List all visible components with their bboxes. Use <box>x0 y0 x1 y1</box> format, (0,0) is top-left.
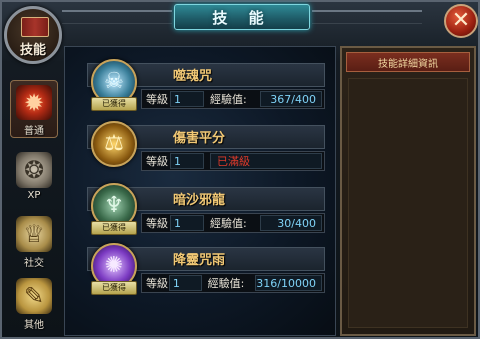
skill-book-badge: 技能 <box>4 6 62 64</box>
skill-row[interactable]: 暗沙邪龍 等級 1 經驗值: 30/400 ♆ 已獲得 <box>87 183 325 239</box>
tab-normal-label: 普通 <box>24 126 44 137</box>
skill-name: 噬魂咒 <box>173 69 213 84</box>
exp-label: 經驗值: <box>207 277 245 290</box>
max-level-text: 已滿級 <box>210 153 322 169</box>
skill-stats: 等級 1 經驗值: 367/400 <box>141 89 325 109</box>
skill-name: 降靈咒雨 <box>173 253 226 268</box>
exp-label: 經驗值: <box>210 217 247 230</box>
acquired-tag: 已獲得 <box>91 97 137 111</box>
close-button[interactable]: ✕ <box>444 4 478 38</box>
skill-name: 暗沙邪龍 <box>173 193 226 208</box>
window-title: 技 能 <box>212 8 272 27</box>
level-value: 1 <box>170 215 204 231</box>
window-title-banner: 技 能 <box>174 4 310 30</box>
book-icon <box>21 17 49 37</box>
level-label: 等級 <box>146 155 168 168</box>
title-wing-left <box>62 10 172 24</box>
scroll-icon: ✎ <box>16 278 52 314</box>
skill-row[interactable]: 降靈咒雨 等級 1 經驗值: 316/10000 ✺ 已獲得 <box>87 243 325 299</box>
tab-xp-label: XP <box>27 190 41 201</box>
level-value: 1 <box>170 153 204 169</box>
level-label: 等級 <box>146 277 168 290</box>
tab-other-label: 其他 <box>24 320 44 331</box>
level-value: 1 <box>170 91 204 107</box>
title-wing-right <box>312 10 422 24</box>
tab-normal[interactable]: ✹ 普通 <box>10 80 58 138</box>
close-icon: ✕ <box>451 8 471 33</box>
level-label: 等級 <box>146 217 168 230</box>
acquired-tag: 已獲得 <box>91 221 137 235</box>
skill-name: 傷害平分 <box>173 131 226 146</box>
exp-value: 367/400 <box>260 91 322 107</box>
exp-label: 經驗值: <box>210 93 247 106</box>
tab-xp[interactable]: ❂ XP <box>10 148 58 206</box>
chalice-icon: ♕ <box>16 216 52 252</box>
skill-stats: 等級 1 經驗值: 316/10000 <box>141 273 325 293</box>
detail-body <box>348 78 468 328</box>
tab-social-label: 社交 <box>24 258 44 269</box>
skill-detail-panel: 技能詳細資訊 <box>340 46 476 336</box>
level-label: 等級 <box>146 93 168 106</box>
detail-header: 技能詳細資訊 <box>346 52 470 72</box>
skill-list: 噬魂咒 等級 1 經驗值: 367/400 ☠ 已獲得 傷害平分 等級 1 已滿… <box>64 46 336 336</box>
scales-icon: ⚖ <box>91 121 137 167</box>
burst-icon: ✹ <box>16 85 52 120</box>
swirl-icon: ❂ <box>16 152 52 188</box>
tab-social[interactable]: ♕ 社交 <box>10 212 58 270</box>
skill-row[interactable]: 傷害平分 等級 1 已滿級 ⚖ <box>87 121 325 177</box>
skill-stats: 等級 1 已滿級 <box>141 151 325 171</box>
tab-other[interactable]: ✎ 其他 <box>10 274 58 332</box>
exp-value: 30/400 <box>260 215 322 231</box>
skill-stats: 等級 1 經驗值: 30/400 <box>141 213 325 233</box>
skill-row[interactable]: 噬魂咒 等級 1 經驗值: 367/400 ☠ 已獲得 <box>87 59 325 115</box>
acquired-tag: 已獲得 <box>91 281 137 295</box>
skill-window: 技 能 ✕ 技能 ✹ 普通 ❂ XP ♕ 社交 ✎ 其他 噬魂咒 等級 1 經驗… <box>0 0 480 339</box>
badge-label: 技能 <box>19 43 46 58</box>
level-value: 1 <box>168 275 202 291</box>
category-sidebar: ✹ 普通 ❂ XP ♕ 社交 ✎ 其他 <box>6 74 60 336</box>
exp-value: 316/10000 <box>255 275 322 291</box>
